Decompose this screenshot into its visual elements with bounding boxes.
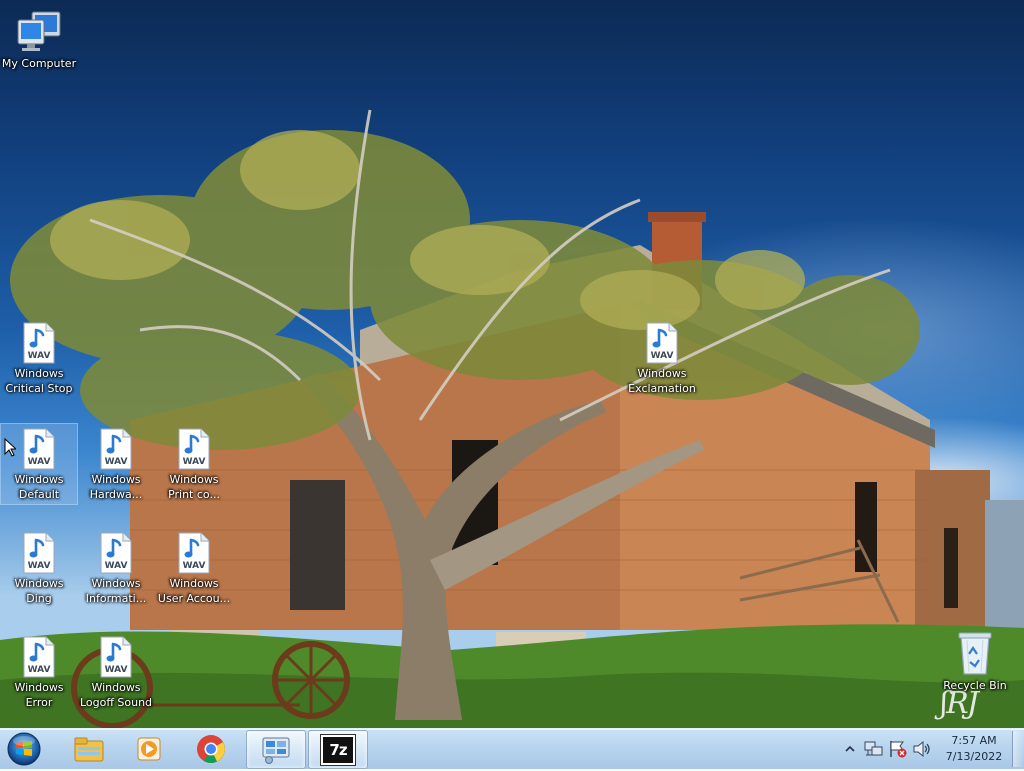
svg-text:WAV: WAV [28,561,51,571]
show-desktop-button[interactable] [1012,731,1023,767]
icon-label: Windows Ding [14,577,64,605]
chrome-icon [197,734,225,763]
icon-label: Windows Informati... [85,577,147,605]
media-player-icon [137,737,161,760]
windows-orb-icon [7,732,41,766]
mouse-cursor-icon [4,438,16,457]
wav-file-icon: WAV [78,424,154,470]
system-tray [842,729,934,769]
computer-icon [1,8,77,54]
wav-file-icon: WAV [156,424,232,470]
svg-text:WAV: WAV [651,351,674,361]
windows-print-complete-wav-icon[interactable]: WAV Windows Print co... [156,424,232,502]
wav-file-icon: WAV [78,632,154,678]
icon-label: My Computer [1,57,77,70]
icon-label: Windows Default [14,473,64,501]
file-explorer-icon [74,737,104,761]
icon-label: Windows Error [14,681,64,709]
icon-label: Windows User Accou... [157,577,231,605]
taskbar-media-player-button[interactable] [120,730,178,767]
taskbar-file-explorer-button[interactable] [60,730,118,767]
taskbar-control-panel-button[interactable] [246,730,306,769]
wav-file-icon: WAV [624,318,700,364]
network-icon[interactable] [864,740,884,758]
volume-icon[interactable] [912,740,932,758]
7zip-label: 7z [329,740,347,759]
desktop[interactable]: ʃRJ My Computer WAV Windows Critical Sto… [0,0,1024,728]
taskbar-7zip-button[interactable]: 7z [308,730,368,769]
control-panel-icon [262,737,290,764]
recycle-bin-glyph-icon [937,630,1013,676]
wav-file-icon: WAV [1,528,77,574]
taskbar: 7z 7:57 AM 7/13/2022 [0,728,1024,769]
svg-text:WAV: WAV [105,561,128,571]
icon-label: Windows Exclamation [628,367,696,395]
wav-file-icon: WAV [78,528,154,574]
windows-information-wav-icon[interactable]: WAV Windows Informati... [78,528,154,606]
taskbar-chrome-button[interactable] [182,730,240,767]
icon-label: Windows Hardwa... [89,473,143,501]
wav-file-icon: WAV [1,318,77,364]
windows-hardware-wav-icon[interactable]: WAV Windows Hardwa... [78,424,154,502]
svg-text:WAV: WAV [28,457,51,467]
windows-user-account-wav-icon[interactable]: WAV Windows User Accou... [156,528,232,606]
taskbar-clock[interactable]: 7:57 AM 7/13/2022 [938,733,1010,765]
wav-file-icon: WAV [156,528,232,574]
svg-text:WAV: WAV [183,561,206,571]
icon-label: Windows Critical Stop [5,367,73,395]
7zip-icon: 7z [320,733,356,766]
recycle-bin-icon[interactable]: Recycle Bin [937,630,1013,693]
my-computer-icon[interactable]: My Computer [1,8,77,71]
icon-label: Windows Print co... [168,473,220,501]
svg-text:WAV: WAV [183,457,206,467]
windows-exclamation-wav-icon[interactable]: WAV Windows Exclamation [624,318,700,396]
wallpaper-image [0,109,1024,728]
action-center-flag-icon[interactable] [888,740,908,758]
svg-text:WAV: WAV [105,457,128,467]
clock-date: 7/13/2022 [945,750,1003,763]
icon-label: Recycle Bin [943,679,1007,692]
windows-ding-wav-icon[interactable]: WAV Windows Ding [1,528,77,606]
svg-text:WAV: WAV [105,665,128,675]
icon-label: Windows Logoff Sound [79,681,153,709]
windows-critical-stop-wav-icon[interactable]: WAV Windows Critical Stop [1,318,77,396]
svg-text:WAV: WAV [28,351,51,361]
svg-text:WAV: WAV [28,665,51,675]
clock-time: 7:57 AM [951,734,997,747]
windows-error-wav-icon[interactable]: WAV Windows Error [1,632,77,710]
wav-file-icon: WAV [1,632,77,678]
start-button[interactable] [5,731,43,767]
show-hidden-icons-arrow[interactable] [842,741,858,757]
windows-logoff-sound-wav-icon[interactable]: WAV Windows Logoff Sound [78,632,154,710]
windows-default-wav-icon[interactable]: WAV Windows Default [0,423,78,505]
